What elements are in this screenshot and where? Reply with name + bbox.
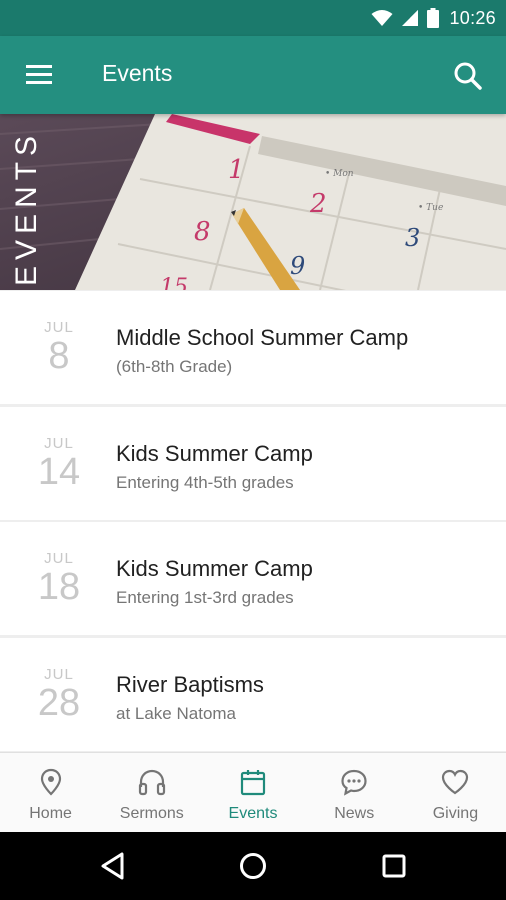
bottom-nav: Home Sermons Events News Giving bbox=[0, 752, 506, 832]
event-title: Kids Summer Camp bbox=[116, 441, 313, 466]
system-nav-bar bbox=[0, 832, 506, 900]
chat-bubble-icon bbox=[341, 769, 367, 796]
signal-icon bbox=[402, 10, 419, 26]
event-date: JUL 18 bbox=[0, 522, 118, 635]
battery-icon bbox=[427, 8, 440, 28]
nav-label: Sermons bbox=[119, 805, 184, 822]
event-date: JUL 8 bbox=[0, 291, 118, 404]
nav-news[interactable]: News bbox=[304, 753, 405, 832]
event-title: River Baptisms bbox=[116, 672, 264, 697]
event-subtitle: Entering 1st-3rd grades bbox=[116, 588, 294, 607]
calendar-photo: 1 2 3 8 9 15 • Mon • Tue bbox=[0, 114, 506, 290]
event-month: JUL bbox=[44, 435, 74, 452]
nav-label: News bbox=[334, 805, 375, 822]
svg-text:8: 8 bbox=[194, 217, 211, 247]
event-subtitle: (6th-8th Grade) bbox=[116, 357, 233, 376]
svg-text:• Mon: • Mon bbox=[325, 169, 354, 179]
svg-text:1: 1 bbox=[228, 155, 245, 185]
app-bar: Events bbox=[0, 36, 506, 114]
svg-text:3: 3 bbox=[405, 224, 420, 252]
page-title: Events bbox=[102, 60, 173, 86]
event-subtitle: Entering 4th-5th grades bbox=[116, 473, 294, 492]
nav-sermons[interactable]: Sermons bbox=[101, 753, 202, 832]
event-title: Kids Summer Camp bbox=[116, 556, 313, 581]
menu-button[interactable] bbox=[20, 57, 60, 93]
nav-label: Events bbox=[228, 805, 278, 822]
nav-events[interactable]: Events bbox=[202, 753, 303, 832]
event-day: 28 bbox=[37, 682, 81, 724]
event-row[interactable]: JUL 28 River Baptisms at Lake Natoma bbox=[0, 638, 506, 751]
event-day: 8 bbox=[48, 335, 70, 377]
svg-text:EVENTS: EVENTS bbox=[10, 130, 43, 286]
nav-label: Giving bbox=[432, 805, 479, 822]
search-button[interactable] bbox=[448, 56, 488, 96]
events-list: JUL 8 Middle School Summer Camp (6th-8th… bbox=[0, 290, 506, 752]
heart-icon bbox=[442, 769, 469, 795]
event-row[interactable]: JUL 18 Kids Summer Camp Entering 1st-3rd… bbox=[0, 522, 506, 635]
location-pin-icon bbox=[40, 768, 61, 796]
event-month: JUL bbox=[44, 550, 74, 567]
event-day: 14 bbox=[37, 451, 81, 493]
status-bar: 10:26 bbox=[0, 0, 506, 36]
wifi-icon bbox=[371, 10, 393, 26]
search-icon bbox=[454, 62, 482, 90]
svg-text:9: 9 bbox=[290, 252, 305, 280]
events-banner: 1 2 3 8 9 15 • Mon • Tue EVENTS bbox=[0, 114, 506, 290]
svg-text:• Tue: • Tue bbox=[418, 203, 443, 213]
event-date: JUL 14 bbox=[0, 407, 118, 520]
event-month: JUL bbox=[44, 666, 74, 683]
event-row[interactable]: JUL 14 Kids Summer Camp Entering 4th-5th… bbox=[0, 407, 506, 520]
nav-label: Home bbox=[29, 805, 72, 822]
nav-home[interactable]: Home bbox=[0, 753, 101, 832]
menu-icon bbox=[26, 65, 52, 84]
event-title: Middle School Summer Camp bbox=[116, 325, 409, 350]
event-row[interactable]: JUL 8 Middle School Summer Camp (6th-8th… bbox=[0, 291, 506, 404]
headphones-icon bbox=[138, 769, 165, 796]
banner-title: EVENTS bbox=[10, 130, 43, 286]
event-subtitle: at Lake Natoma bbox=[116, 704, 237, 723]
status-time: 10:26 bbox=[449, 7, 496, 28]
svg-text:15: 15 bbox=[160, 275, 188, 290]
svg-text:2: 2 bbox=[309, 189, 327, 219]
event-day: 18 bbox=[37, 566, 81, 608]
event-date: JUL 28 bbox=[0, 638, 118, 751]
calendar-icon bbox=[240, 770, 266, 796]
home-circle-icon[interactable] bbox=[235, 848, 271, 884]
recents-icon[interactable] bbox=[376, 848, 412, 884]
event-month: JUL bbox=[44, 319, 74, 336]
back-icon[interactable] bbox=[96, 848, 132, 884]
nav-giving[interactable]: Giving bbox=[405, 753, 506, 832]
